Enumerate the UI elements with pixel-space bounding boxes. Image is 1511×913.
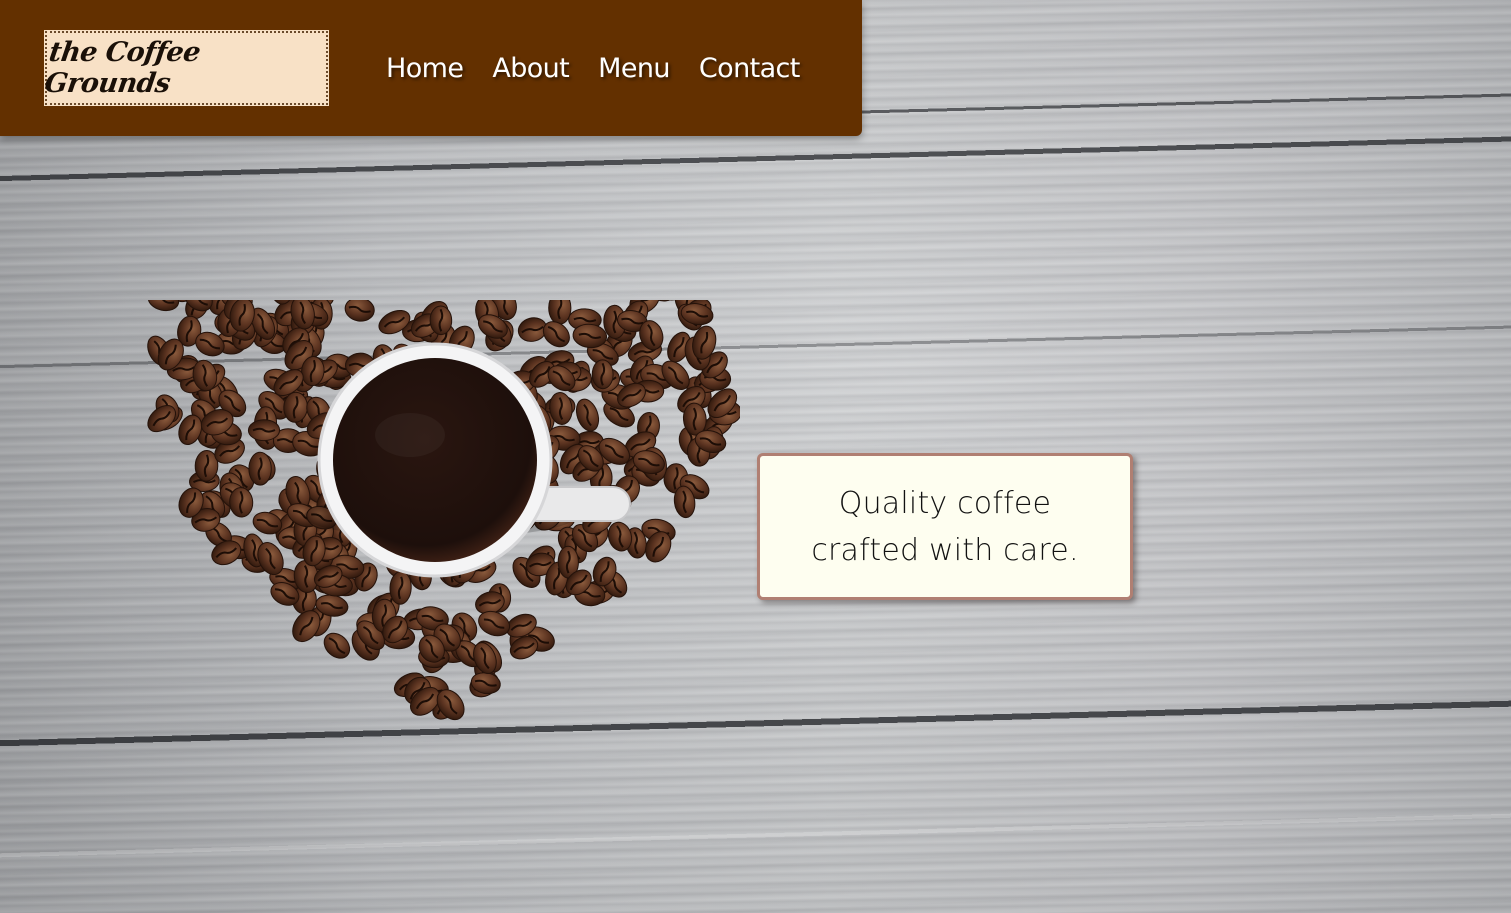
- tagline-card: Quality coffee crafted with care.: [757, 453, 1133, 600]
- logo-text: the Coffee Grounds: [42, 37, 203, 99]
- tagline-line-2: crafted with care.: [811, 532, 1079, 568]
- site-logo[interactable]: the Coffee Grounds: [42, 30, 329, 106]
- nav-home[interactable]: Home: [386, 50, 464, 88]
- nav-about[interactable]: About: [492, 50, 569, 88]
- tagline-line-1: Quality coffee: [838, 485, 1052, 521]
- nav-menu[interactable]: Menu: [598, 50, 670, 88]
- main-nav: Home About Menu Contact: [386, 50, 800, 88]
- site-header: the Coffee Grounds Home About Menu Conta…: [0, 0, 862, 136]
- coffee-heart-image: [147, 300, 740, 721]
- nav-contact[interactable]: Contact: [699, 50, 800, 88]
